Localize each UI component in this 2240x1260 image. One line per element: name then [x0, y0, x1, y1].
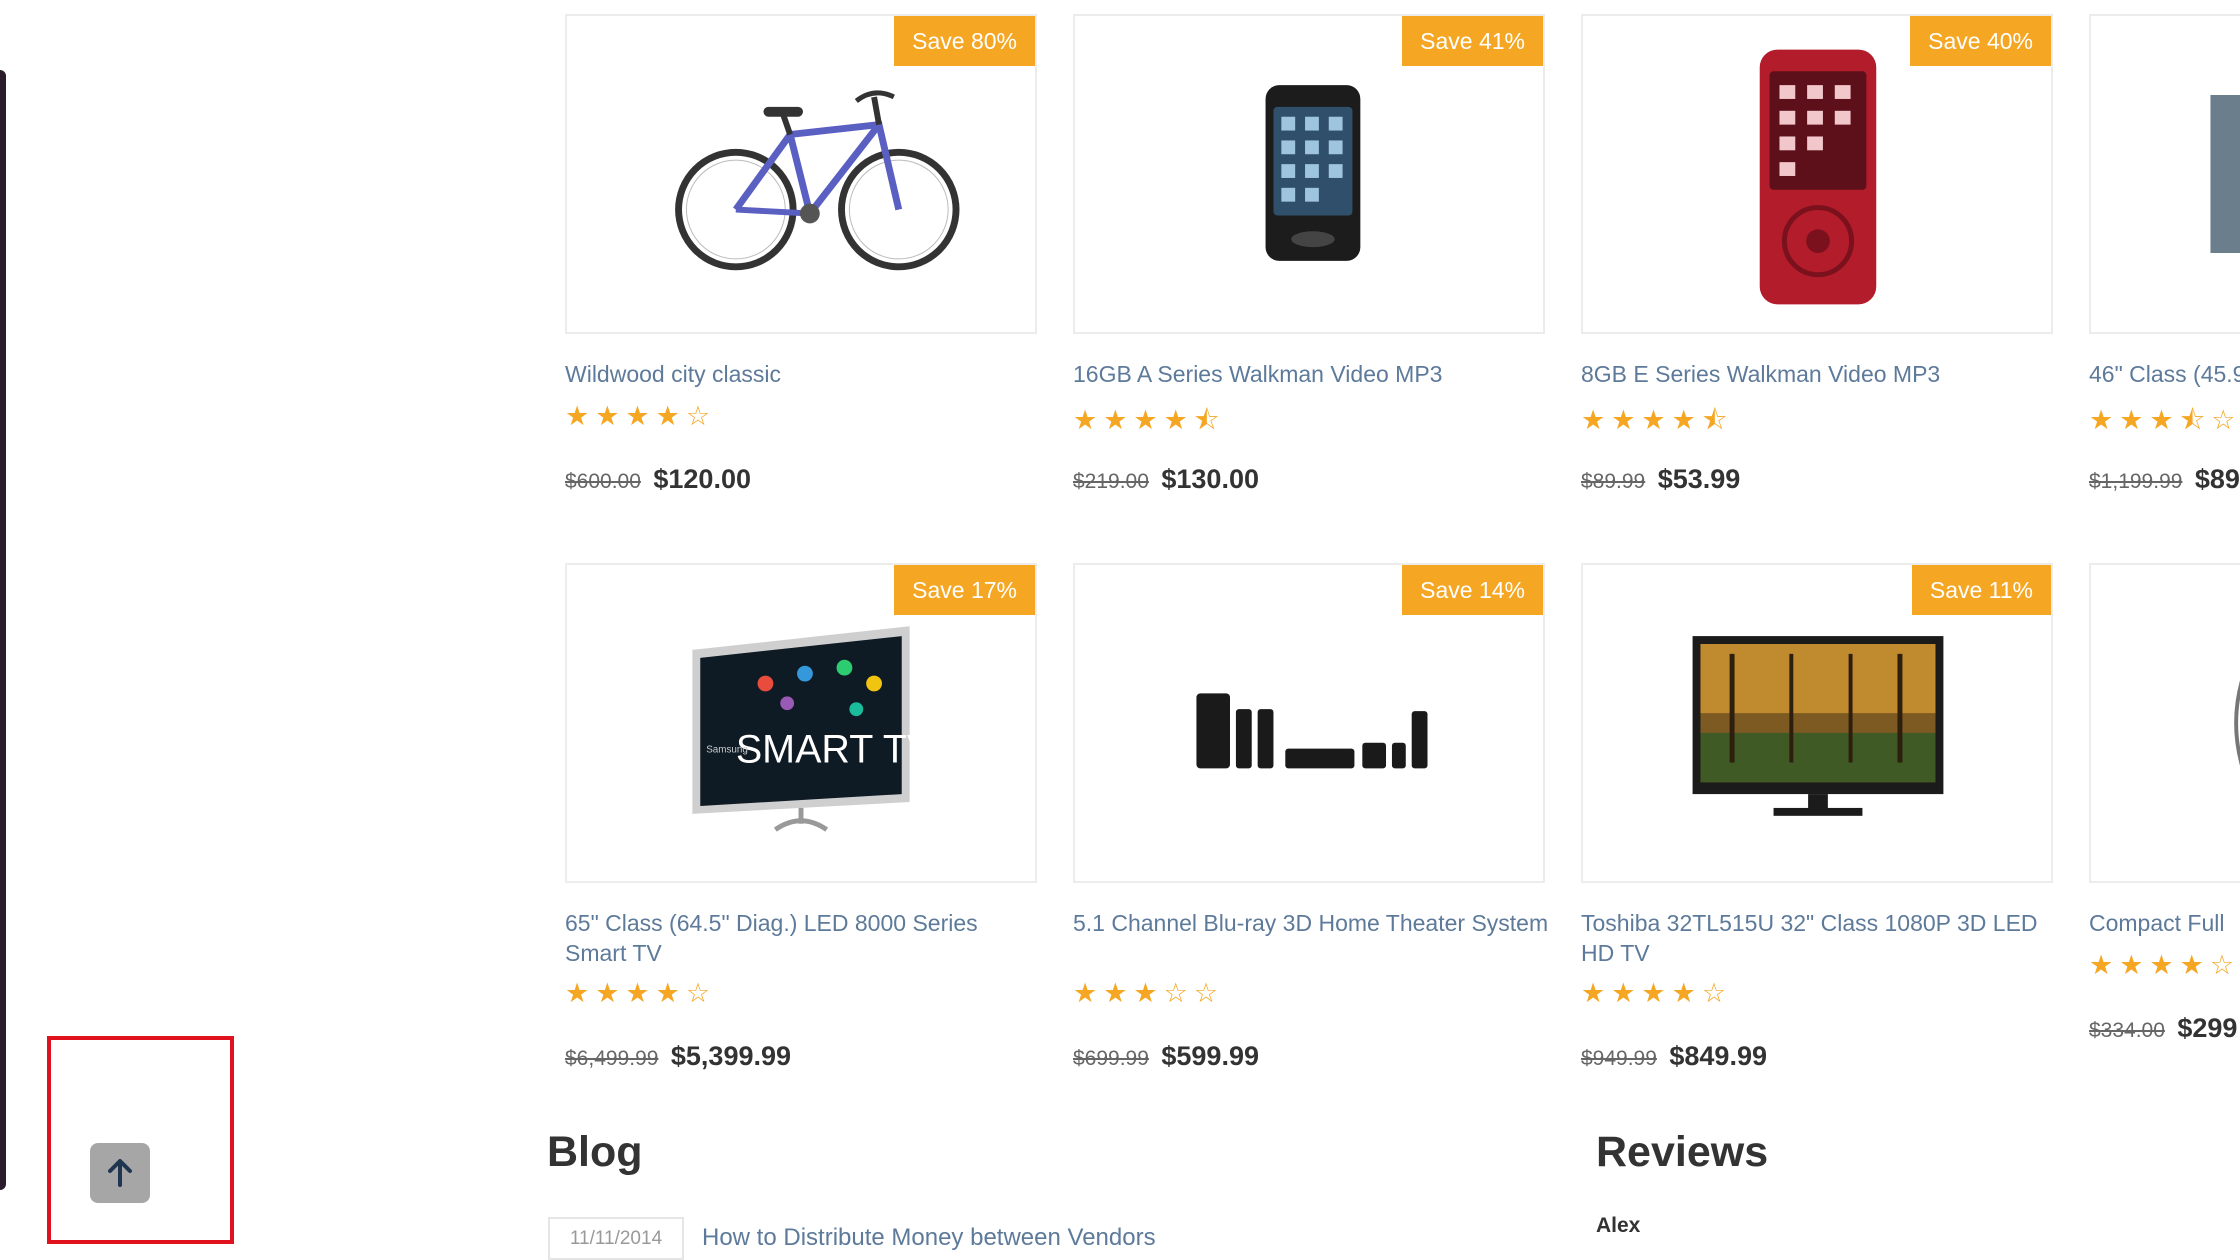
- current-price: $120.00: [653, 464, 751, 494]
- product-image[interactable]: Save 40%: [1581, 14, 2053, 334]
- discount-badge: Save 40%: [1910, 16, 2051, 66]
- old-price: $600.00: [565, 470, 641, 493]
- product-image[interactable]: SMART TV Samsung Save 17%: [565, 563, 1037, 883]
- product-title[interactable]: Toshiba 32TL515U 32" Class 1080P 3D LED …: [1581, 908, 2061, 968]
- rating-stars: ★★★★⯪: [1073, 405, 1226, 435]
- product-title[interactable]: Compact Full: [2089, 908, 2240, 938]
- review-author: Alex: [1596, 1214, 1641, 1237]
- discount-badge: Save 11%: [1911, 565, 2051, 615]
- price-block: $334.00 $299: [2089, 1013, 2237, 1044]
- blog-post-date: 11/11/2014: [548, 1217, 684, 1260]
- price-block: $1,199.99 $89: [2089, 464, 2240, 495]
- current-price: $299: [2177, 1013, 2238, 1043]
- product-image[interactable]: [2089, 14, 2240, 334]
- rating-stars: ★★★★☆: [565, 401, 717, 431]
- product-title[interactable]: 16GB A Series Walkman Video MP3: [1073, 359, 1553, 389]
- discount-badge: Save 14%: [1402, 565, 1543, 615]
- highlight-frame: [47, 1036, 234, 1244]
- product-title[interactable]: 46" Class (45.9: [2089, 359, 2240, 389]
- current-price: $53.99: [1657, 464, 1741, 494]
- rating-stars: ★★★⯪☆: [2089, 405, 2240, 435]
- left-edge: [0, 70, 6, 1190]
- old-price: $699.99: [1073, 1047, 1149, 1070]
- rating-stars: ★★★★☆: [1581, 978, 1733, 1008]
- current-price: $89: [2194, 464, 2240, 494]
- partial-product-image: [2234, 680, 2240, 766]
- price-block: $600.00 $120.00: [565, 464, 751, 495]
- discount-badge: Save 17%: [894, 565, 1035, 615]
- rating-stars: ★★★★⯪: [1581, 405, 1734, 435]
- smart-tv-text: SMART TV: [736, 728, 934, 772]
- current-price: $599.99: [1161, 1041, 1259, 1071]
- rating-stars: ★★★☆☆: [1073, 978, 1225, 1008]
- product-image[interactable]: Save 41%: [1073, 14, 1545, 334]
- product-title[interactable]: 8GB E Series Walkman Video MP3: [1581, 359, 2061, 389]
- old-price: $89.99: [1581, 470, 1646, 493]
- product-image[interactable]: [2089, 563, 2240, 883]
- discount-badge: Save 80%: [894, 16, 1035, 66]
- product-title[interactable]: Wildwood city classic: [565, 359, 1045, 389]
- old-price: $949.99: [1581, 1047, 1657, 1070]
- rating-stars: ★★★★☆: [565, 978, 717, 1008]
- rating-stars: ★★★★☆: [2089, 950, 2240, 980]
- product-image[interactable]: Save 14%: [1073, 563, 1545, 883]
- price-block: $219.00 $130.00: [1073, 464, 1259, 495]
- price-block: $949.99 $849.99: [1581, 1041, 1767, 1072]
- reviews-heading: Reviews: [1596, 1128, 1769, 1176]
- product-title[interactable]: 65" Class (64.5" Diag.) LED 8000 Series …: [565, 908, 1045, 968]
- smart-tv-brand: Samsung: [706, 745, 748, 756]
- old-price: $6,499.99: [565, 1047, 659, 1070]
- price-block: $89.99 $53.99: [1581, 464, 1740, 495]
- price-block: $699.99 $599.99: [1073, 1041, 1259, 1072]
- blog-post-link[interactable]: How to Distribute Money between Vendors: [702, 1224, 1156, 1252]
- product-image[interactable]: Save 11%: [1581, 563, 2053, 883]
- scroll-to-top-button[interactable]: [90, 1143, 150, 1203]
- product-image[interactable]: Save 80%: [565, 14, 1037, 334]
- discount-badge: Save 41%: [1402, 16, 1543, 66]
- blog-heading: Blog: [547, 1128, 643, 1176]
- product-title[interactable]: 5.1 Channel Blu-ray 3D Home Theater Syst…: [1073, 908, 1553, 938]
- old-price: $1,199.99: [2089, 470, 2183, 493]
- current-price: $130.00: [1161, 464, 1259, 494]
- arrow-up-icon: [108, 1159, 132, 1187]
- price-block: $6,499.99 $5,399.99: [565, 1041, 791, 1072]
- current-price: $849.99: [1669, 1041, 1767, 1071]
- current-price: $5,399.99: [670, 1041, 792, 1071]
- tv-partial-image: [2210, 95, 2240, 253]
- old-price: $219.00: [1073, 470, 1149, 493]
- old-price: $334.00: [2089, 1019, 2165, 1042]
